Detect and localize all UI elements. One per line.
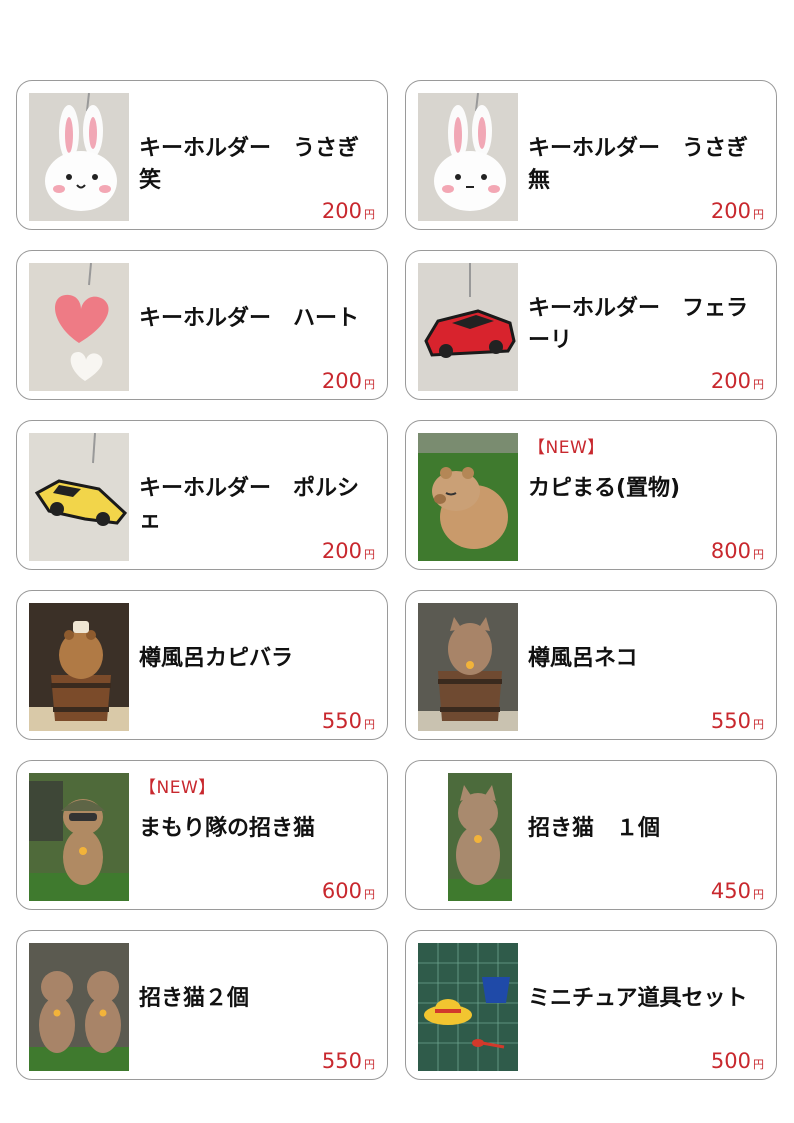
product-image[interactable] (29, 263, 129, 391)
product-image[interactable] (418, 93, 518, 221)
product-image[interactable] (29, 943, 129, 1071)
product-image[interactable] (418, 943, 518, 1071)
product-price: 800 円 (710, 539, 764, 563)
product-image[interactable] (418, 433, 518, 561)
product-name: ミニチュア道具セット (528, 986, 748, 1011)
product-image[interactable] (29, 93, 129, 221)
product-name: 招き猫２個 (139, 986, 250, 1011)
new-badge: 【NEW】 (528, 438, 605, 458)
product-name: キーホルダー ハート (139, 306, 360, 331)
product-name: まもり隊の招き猫 (139, 816, 316, 841)
product-name: キーホルダー うさぎ無 (528, 136, 749, 193)
product-card[interactable]: キーホルダー ハート 200 円 (16, 250, 388, 400)
product-image[interactable] (418, 603, 518, 731)
product-card[interactable]: キーホルダー フェラーリ 200 円 (405, 250, 777, 400)
product-price: 450 円 (710, 879, 764, 903)
product-image[interactable] (29, 603, 129, 731)
product-card[interactable]: キーホルダー ポルシェ 200 円 (16, 420, 388, 570)
product-card[interactable]: 【NEW】 まもり隊の招き猫 600 円 (16, 760, 388, 910)
product-price: 550 円 (321, 1049, 375, 1073)
product-price: 600 円 (321, 879, 375, 903)
product-name: 招き猫 １個 (528, 816, 661, 841)
product-name: カピまる(置物) (528, 476, 681, 501)
product-image[interactable] (29, 433, 129, 561)
product-name: 樽風呂カピバラ (139, 646, 294, 671)
product-price: 200 円 (321, 369, 375, 393)
product-card[interactable]: 樽風呂カピバラ 550 円 (16, 590, 388, 740)
product-price: 200 円 (710, 199, 764, 223)
product-card[interactable]: 招き猫２個 550 円 (16, 930, 388, 1080)
product-card[interactable]: キーホルダー うさぎ笑 200 円 (16, 80, 388, 230)
product-image[interactable] (418, 773, 518, 901)
product-card[interactable]: キーホルダー うさぎ無 200 円 (405, 80, 777, 230)
product-card[interactable]: 【NEW】 カピまる(置物) 800 円 (405, 420, 777, 570)
product-card[interactable]: 招き猫 １個 450 円 (405, 760, 777, 910)
product-image[interactable] (418, 263, 518, 391)
product-name: キーホルダー うさぎ笑 (139, 136, 360, 193)
product-name: キーホルダー フェラーリ (528, 296, 749, 353)
product-price: 200 円 (321, 539, 375, 563)
product-name: 樽風呂ネコ (528, 646, 638, 671)
product-price: 200 円 (321, 199, 375, 223)
new-badge: 【NEW】 (139, 778, 216, 798)
product-name: キーホルダー ポルシェ (139, 476, 360, 533)
product-price: 550 円 (710, 709, 764, 733)
product-card[interactable]: 樽風呂ネコ 550 円 (405, 590, 777, 740)
product-card[interactable]: ミニチュア道具セット 500 円 (405, 930, 777, 1080)
product-price: 500 円 (710, 1049, 764, 1073)
product-price: 200 円 (710, 369, 764, 393)
product-image[interactable] (29, 773, 129, 901)
product-price: 550 円 (321, 709, 375, 733)
